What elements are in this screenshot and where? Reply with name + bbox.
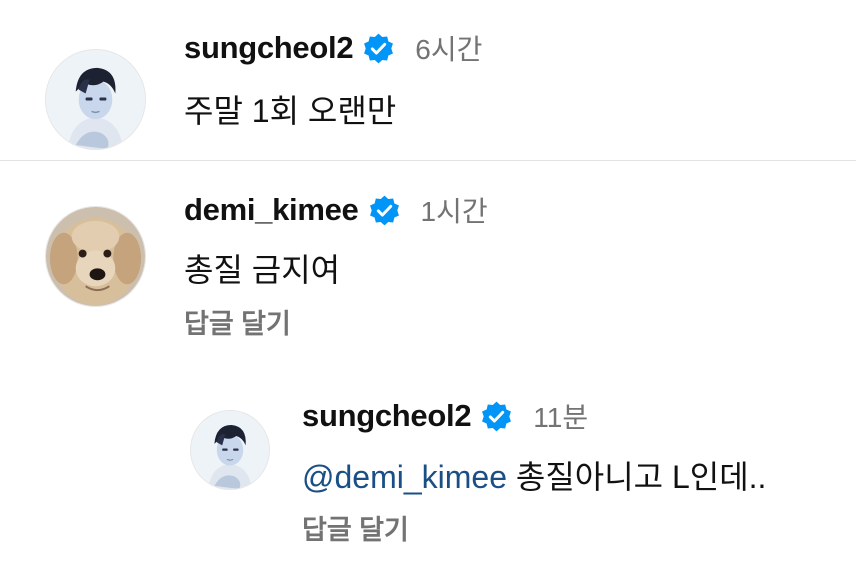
avatar[interactable] (190, 410, 270, 490)
verified-badge-icon (368, 194, 401, 227)
avatar[interactable] (45, 49, 146, 150)
username[interactable]: sungcheol2 (302, 398, 472, 434)
reply-text: @demi_kimee 총질아니고 L인데.. (302, 452, 766, 498)
divider (0, 160, 856, 161)
reply-button[interactable]: 답글 달기 (302, 508, 409, 547)
comment-text: 주말 1회 오랜만 (184, 93, 397, 129)
comment-header: demi_kimee 1시간 (184, 190, 488, 230)
reply-button[interactable]: 답글 달기 (184, 302, 291, 341)
verified-badge-icon (362, 32, 395, 65)
verified-badge-icon (480, 400, 513, 433)
cartoon-boy-avatar-icon (46, 50, 145, 149)
timestamp: 1시간 (420, 196, 488, 227)
dog-avatar-icon (46, 207, 145, 306)
timestamp: 6시간 (415, 34, 483, 65)
reply-header: sungcheol2 11분 (302, 396, 588, 436)
reply-body: 총질아니고 L인데.. (507, 459, 767, 495)
username[interactable]: sungcheol2 (184, 30, 354, 66)
cartoon-boy-avatar-icon (191, 411, 269, 489)
username[interactable]: demi_kimee (184, 192, 359, 228)
comment-text: 총질 금지여 (184, 252, 341, 288)
mention-link[interactable]: @demi_kimee (302, 459, 507, 495)
timestamp: 11분 (533, 402, 589, 433)
comment-header: sungcheol2 6시간 (184, 28, 482, 68)
avatar[interactable] (45, 206, 146, 307)
